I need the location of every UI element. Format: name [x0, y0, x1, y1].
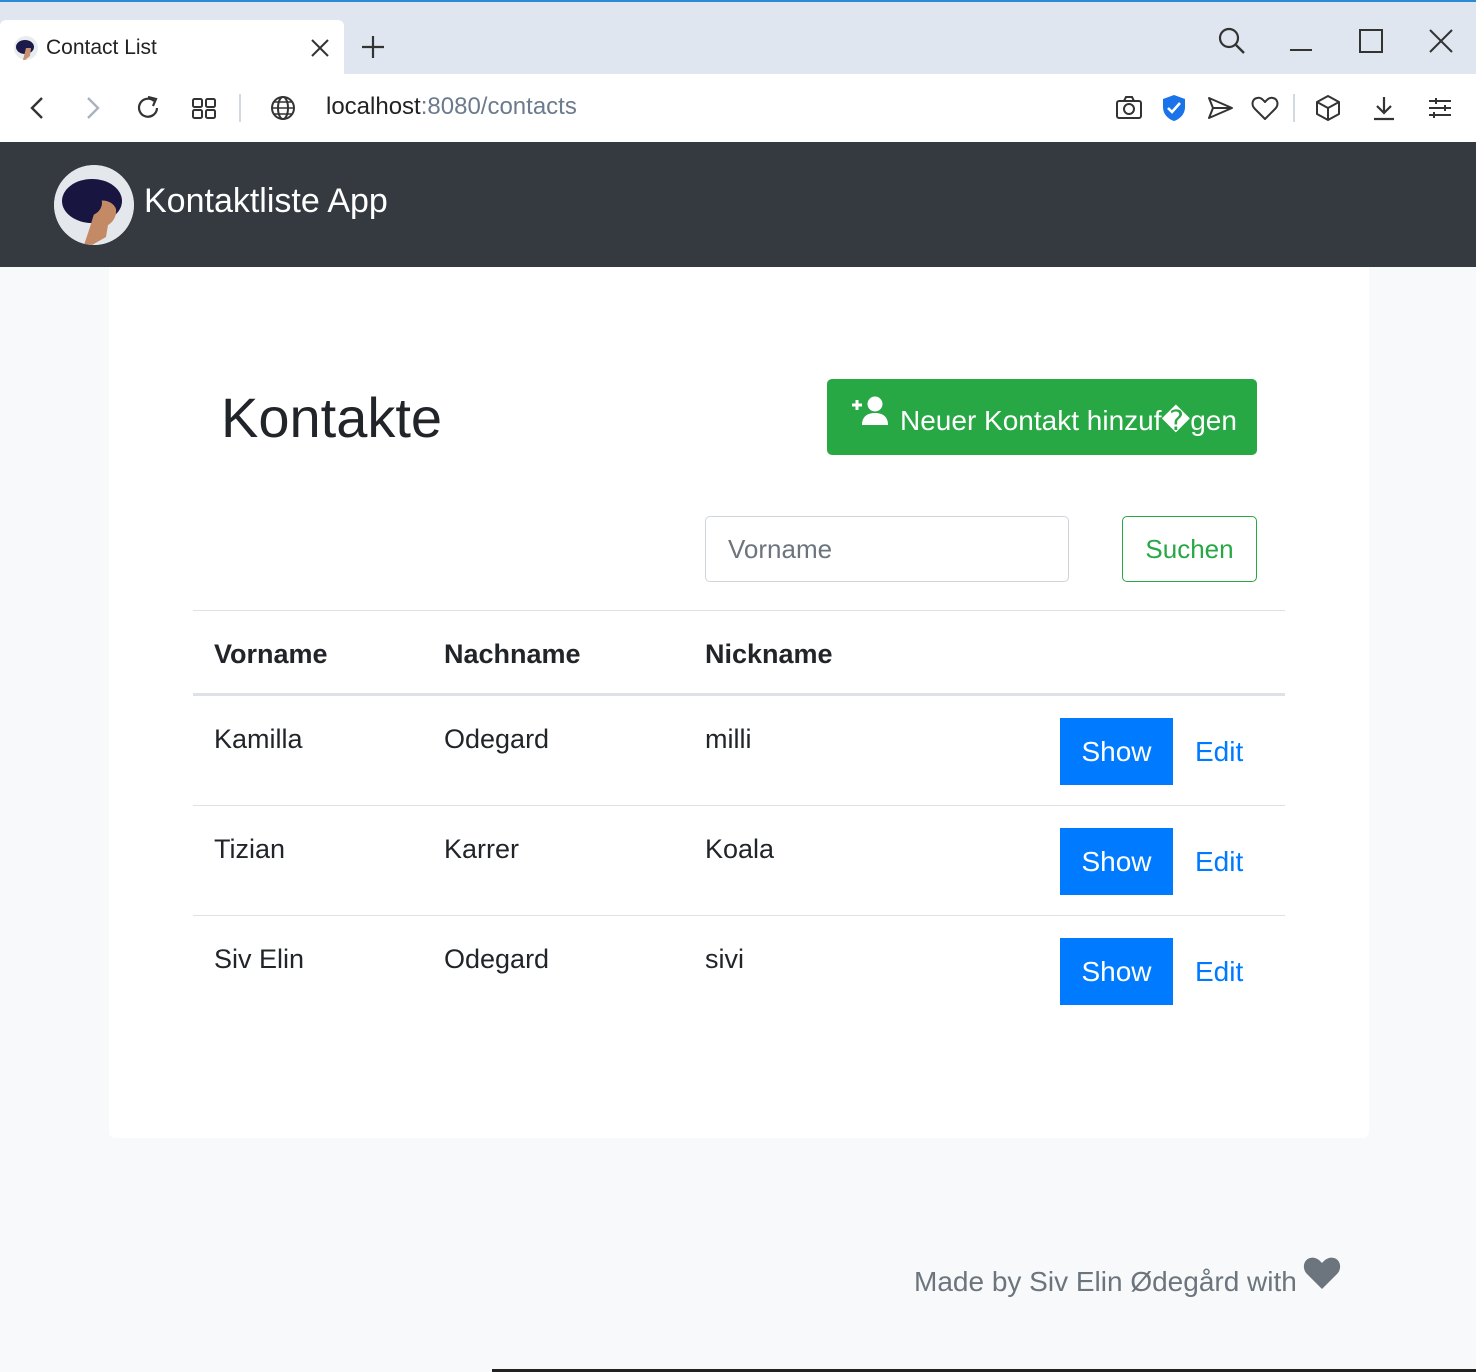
- table-row: Tizian Karrer Koala Show Edit: [193, 806, 1285, 916]
- cell-firstname: Kamilla: [214, 724, 303, 754]
- close-window-icon[interactable]: [1424, 24, 1458, 58]
- show-button[interactable]: Show: [1060, 938, 1173, 1005]
- heart-icon: [1303, 1257, 1341, 1289]
- url-path: :8080/contacts: [420, 93, 577, 120]
- cell-lastname: Karrer: [444, 834, 520, 864]
- back-icon[interactable]: [22, 92, 54, 124]
- cell-firstname: Tizian: [214, 834, 286, 864]
- forward-icon[interactable]: [76, 92, 108, 124]
- show-button[interactable]: Show: [1060, 718, 1173, 785]
- avatar-icon: [14, 36, 38, 60]
- app-navbar: Kontaktliste App: [0, 142, 1476, 267]
- browser-tab[interactable]: Contact List: [0, 20, 344, 76]
- menu-icon[interactable]: [1424, 92, 1456, 124]
- table-header: Vorname Nachname Nickname: [193, 610, 1285, 696]
- add-contact-button[interactable]: Neuer Kontakt hinzuf�gen: [827, 379, 1257, 455]
- edit-link[interactable]: Edit: [1195, 736, 1243, 768]
- cell-firstname: Siv Elin: [214, 944, 305, 974]
- add-contact-label: Neuer Kontakt hinzuf�gen: [900, 405, 1237, 436]
- app-brand[interactable]: Kontaktliste App: [144, 182, 388, 221]
- avatar-icon: [54, 165, 134, 245]
- show-button[interactable]: Show: [1060, 828, 1173, 895]
- add-user-icon: [852, 396, 888, 425]
- maximize-icon[interactable]: [1354, 24, 1388, 58]
- search-input[interactable]: [705, 516, 1069, 582]
- search-button[interactable]: Suchen: [1122, 516, 1257, 582]
- tab-title: Contact List: [46, 36, 157, 59]
- shield-icon[interactable]: [1158, 92, 1190, 124]
- cell-nickname: sivi: [705, 944, 744, 974]
- table-row: Siv Elin Odegard sivi Show Edit: [193, 916, 1285, 1026]
- edit-link[interactable]: Edit: [1195, 846, 1243, 878]
- globe-icon: [271, 96, 295, 120]
- heart-icon[interactable]: [1249, 92, 1281, 124]
- cell-lastname: Odegard: [444, 724, 550, 754]
- table-row: Kamilla Odegard milli Show Edit: [193, 696, 1285, 806]
- cell-nickname: milli: [705, 724, 752, 754]
- page-title: Kontakte: [221, 386, 443, 449]
- plus-icon[interactable]: [358, 32, 388, 62]
- address-bar-row: localhost:8080/contacts: [0, 74, 1476, 142]
- divider: [239, 94, 241, 122]
- reload-icon[interactable]: [132, 92, 164, 124]
- cell-nickname: Koala: [705, 834, 775, 864]
- column-header-nickname: Nickname: [705, 639, 833, 669]
- cube-icon[interactable]: [1312, 92, 1344, 124]
- search-icon[interactable]: [1214, 24, 1248, 58]
- close-icon[interactable]: [306, 34, 334, 62]
- footer-credit: Made by Siv Elin Ødegård with: [914, 1266, 1297, 1297]
- content-card: Kontakte Neuer Kontakt hinzuf�gen Suchen…: [109, 267, 1369, 1138]
- column-header-lastname: Nachname: [444, 639, 581, 669]
- column-header-firstname: Vorname: [214, 639, 328, 669]
- edit-link[interactable]: Edit: [1195, 956, 1243, 988]
- tabs-grid-icon[interactable]: [188, 92, 220, 124]
- camera-icon[interactable]: [1113, 92, 1145, 124]
- url-host: localhost: [326, 93, 421, 120]
- divider: [1293, 94, 1295, 122]
- cell-lastname: Odegard: [444, 944, 550, 974]
- download-icon[interactable]: [1368, 92, 1400, 124]
- avatar[interactable]: [54, 165, 134, 245]
- url-field[interactable]: localhost:8080/contacts: [326, 93, 577, 121]
- send-icon[interactable]: [1204, 92, 1236, 124]
- minimize-icon[interactable]: [1284, 24, 1318, 58]
